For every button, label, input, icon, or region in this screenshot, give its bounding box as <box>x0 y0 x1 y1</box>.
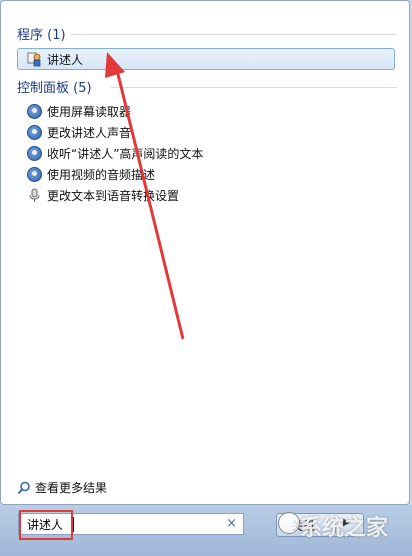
close-icon[interactable]: × <box>226 516 237 531</box>
annotation-arrow <box>105 52 185 340</box>
watermark-logo <box>278 512 300 534</box>
annotation-highlight-box <box>19 510 73 540</box>
text-caret <box>73 517 74 532</box>
watermark-text: 系统之家 <box>300 516 389 541</box>
